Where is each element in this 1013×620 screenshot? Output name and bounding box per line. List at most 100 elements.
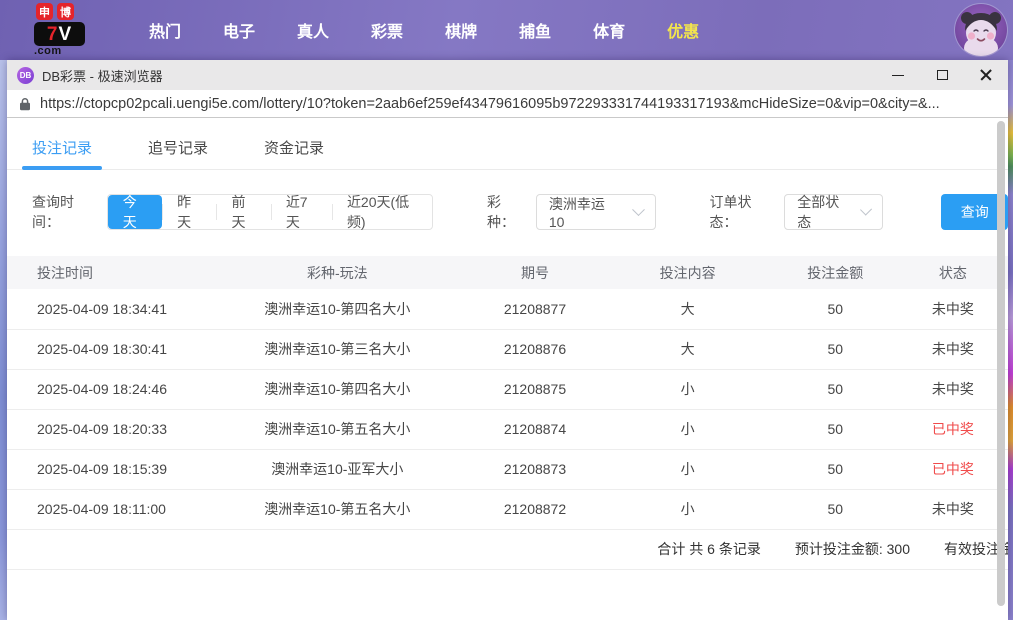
cell-amount: 50 — [773, 489, 898, 529]
col-header-game: 彩种-玩法 — [207, 256, 467, 289]
cell-game: 澳洲幸运10-第四名大小 — [207, 289, 467, 329]
lottery-type-select[interactable]: 澳洲幸运10 — [536, 194, 656, 230]
logo-badge-1: 申 — [36, 3, 53, 20]
tab-chase-records[interactable]: 追号记录 — [148, 126, 208, 169]
close-button[interactable] — [964, 60, 1008, 90]
window-controls — [876, 60, 1008, 90]
cell-content: 大 — [603, 329, 773, 369]
cell-time: 2025-04-09 18:30:41 — [7, 329, 207, 369]
table-row: 2025-04-09 18:34:41 澳洲幸运10-第四名大小 2120887… — [7, 289, 1008, 329]
time-option-7days[interactable]: 近7天 — [271, 195, 332, 229]
maximize-icon — [937, 70, 948, 80]
site-top-bar: 申 博 7 V .com 热门 电子 真人 彩票 棋牌 捕鱼 体育 优惠 — [0, 0, 1013, 60]
nav-item-cards[interactable]: 棋牌 — [431, 18, 491, 42]
table-row: 2025-04-09 18:15:39 澳洲幸运10-亚军大小 21208873… — [7, 449, 1008, 489]
nav-item-sports[interactable]: 体育 — [579, 18, 639, 42]
logo-com-suffix: .com — [34, 46, 92, 57]
close-icon — [980, 69, 992, 81]
tab-label: 追号记录 — [148, 137, 208, 158]
col-header-status: 状态 — [898, 256, 1008, 289]
cell-status: 未中奖 — [898, 489, 1008, 529]
nav-item-hot[interactable]: 热门 — [135, 18, 195, 42]
cell-content: 小 — [603, 409, 773, 449]
logo-7v: 7 V — [34, 22, 85, 46]
tab-label: 资金记录 — [264, 137, 324, 158]
nav-item-live[interactable]: 真人 — [283, 18, 343, 42]
logo-seven: 7 — [47, 25, 59, 44]
cell-time: 2025-04-09 18:15:39 — [7, 449, 207, 489]
query-time-label: 查询时间： — [32, 192, 97, 232]
cell-game: 澳洲幸运10-亚军大小 — [207, 449, 467, 489]
cell-amount: 50 — [773, 449, 898, 489]
col-header-issue: 期号 — [467, 256, 602, 289]
logo-vee: V — [58, 25, 72, 44]
minimize-button[interactable] — [876, 60, 920, 90]
url-text[interactable]: https://ctopcp02pcali.uengi5e.com/lotter… — [40, 96, 940, 112]
cell-issue: 21208877 — [467, 289, 602, 329]
cell-game: 澳洲幸运10-第三名大小 — [207, 329, 467, 369]
vertical-scrollbar[interactable] — [997, 121, 1005, 606]
cell-status: 未中奖 — [898, 289, 1008, 329]
cell-time: 2025-04-09 18:11:00 — [7, 489, 207, 529]
order-status-select[interactable]: 全部状态 — [784, 194, 883, 230]
window-title: DB彩票 - 极速浏览器 — [42, 66, 163, 85]
cell-status: 已中奖 — [898, 449, 1008, 489]
tab-bet-records[interactable]: 投注记录 — [32, 126, 92, 169]
browser-address-bar[interactable]: https://ctopcp02pcali.uengi5e.com/lotter… — [7, 90, 1008, 118]
table-summary-row: 合计 共 6 条记录 预计投注金额: 300 有效投注金 — [7, 530, 1008, 570]
table-row: 2025-04-09 18:20:33 澳洲幸运10-第五名大小 2120887… — [7, 409, 1008, 449]
cell-amount: 50 — [773, 289, 898, 329]
table-header-row: 投注时间 彩种-玩法 期号 投注内容 投注金额 状态 — [7, 256, 1008, 289]
nav-item-fishing[interactable]: 捕鱼 — [505, 18, 565, 42]
cell-status: 未中奖 — [898, 329, 1008, 369]
nav-item-lottery[interactable]: 彩票 — [357, 18, 417, 42]
time-range-group: 今天 昨天 前天 近7天 近20天(低频) — [107, 194, 434, 230]
cell-amount: 50 — [773, 409, 898, 449]
background-page-edge-right — [1008, 60, 1013, 620]
nav-item-slots[interactable]: 电子 — [209, 18, 269, 42]
cell-time: 2025-04-09 18:34:41 — [7, 289, 207, 329]
logo-badges: 申 博 — [34, 3, 92, 20]
cell-game: 澳洲幸运10-第四名大小 — [207, 369, 467, 409]
browser-window: DB DB彩票 - 极速浏览器 https://ctopcp02pcali.ue… — [7, 60, 1008, 620]
time-option-daybefore[interactable]: 前天 — [216, 195, 270, 229]
cell-issue: 21208875 — [467, 369, 602, 409]
maximize-button[interactable] — [920, 60, 964, 90]
cell-time: 2025-04-09 18:24:46 — [7, 369, 207, 409]
table-row: 2025-04-09 18:30:41 澳洲幸运10-第三名大小 2120887… — [7, 329, 1008, 369]
nav-item-promos[interactable]: 优惠 — [653, 18, 713, 42]
background-page-edge-left — [0, 60, 7, 620]
cell-issue: 21208873 — [467, 449, 602, 489]
cell-status: 已中奖 — [898, 409, 1008, 449]
browser-title-bar[interactable]: DB DB彩票 - 极速浏览器 — [7, 60, 1008, 90]
cell-status: 未中奖 — [898, 369, 1008, 409]
cell-amount: 50 — [773, 369, 898, 409]
site-nav: 热门 电子 真人 彩票 棋牌 捕鱼 体育 优惠 — [128, 18, 720, 42]
time-option-yesterday[interactable]: 昨天 — [162, 195, 216, 229]
bet-records-table: 投注时间 彩种-玩法 期号 投注内容 投注金额 状态 2025-04-09 18… — [7, 256, 1008, 530]
chevron-down-icon — [632, 203, 645, 216]
cell-content: 大 — [603, 289, 773, 329]
table-row: 2025-04-09 18:11:00 澳洲幸运10-第五名大小 2120887… — [7, 489, 1008, 529]
table-row: 2025-04-09 18:24:46 澳洲幸运10-第四名大小 2120887… — [7, 369, 1008, 409]
cell-content: 小 — [603, 489, 773, 529]
cell-content: 小 — [603, 449, 773, 489]
page-content: 投注记录 追号记录 资金记录 查询时间： 今天 昨天 前天 近7天 近20天(低… — [7, 118, 1008, 620]
cell-time: 2025-04-09 18:20:33 — [7, 409, 207, 449]
site-favicon-icon: DB — [17, 67, 34, 84]
cell-issue: 21208874 — [467, 409, 602, 449]
site-logo[interactable]: 申 博 7 V .com — [34, 3, 92, 57]
col-header-amount: 投注金额 — [773, 256, 898, 289]
cell-content: 小 — [603, 369, 773, 409]
summary-expected-amount: 预计投注金额: 300 — [795, 539, 910, 559]
cell-game: 澳洲幸运10-第五名大小 — [207, 489, 467, 529]
chevron-down-icon — [860, 203, 872, 215]
logo-badge-2: 博 — [57, 3, 74, 20]
user-avatar[interactable] — [955, 4, 1007, 56]
ssl-lock-icon — [19, 97, 31, 111]
time-option-today[interactable]: 今天 — [108, 195, 162, 229]
cell-issue: 21208876 — [467, 329, 602, 369]
time-option-20days[interactable]: 近20天(低频) — [332, 195, 432, 229]
lottery-type-value: 澳洲幸运10 — [549, 194, 620, 230]
tab-fund-records[interactable]: 资金记录 — [264, 126, 324, 169]
